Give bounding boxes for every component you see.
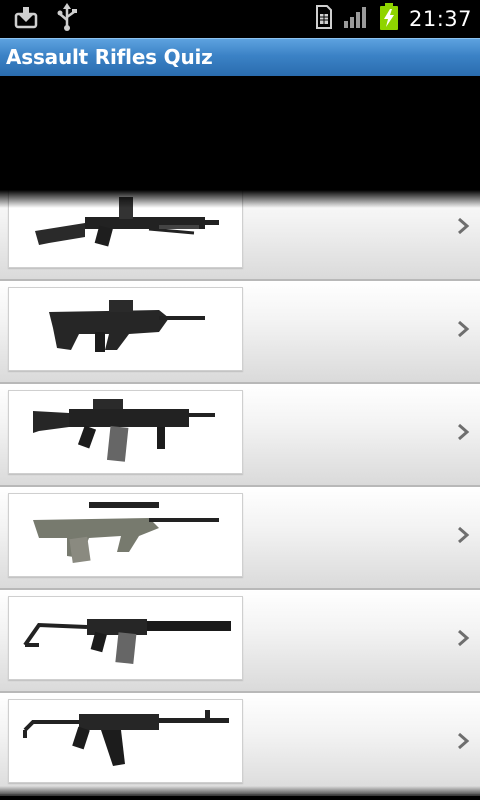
carbine-rifle-image xyxy=(8,390,243,474)
scoped-bullpup-rifle-image xyxy=(8,493,243,577)
chevron-right-icon xyxy=(458,732,470,750)
machine-gun-image xyxy=(8,190,243,268)
bullpup-rifle-image xyxy=(8,287,243,371)
banner-area xyxy=(0,76,480,190)
battery-charging-icon xyxy=(379,3,399,35)
list-item[interactable] xyxy=(0,487,480,590)
list-item[interactable] xyxy=(0,384,480,487)
list-item[interactable] xyxy=(0,281,480,384)
list-item[interactable] xyxy=(0,190,480,281)
list-bottom-fade xyxy=(0,786,480,800)
app-title: Assault Rifles Quiz xyxy=(6,45,213,69)
usb-icon xyxy=(56,3,78,35)
chevron-right-icon xyxy=(458,217,470,235)
status-bar: 21:37 xyxy=(0,0,480,38)
rifle-list[interactable] xyxy=(0,190,480,800)
chevron-right-icon xyxy=(458,320,470,338)
chevron-right-icon xyxy=(458,629,470,647)
sim-card-icon xyxy=(315,4,333,34)
title-bar: Assault Rifles Quiz xyxy=(0,38,480,76)
list-item[interactable] xyxy=(0,693,480,796)
suppressed-rifle-image xyxy=(8,596,243,680)
signal-icon xyxy=(343,5,369,33)
download-icon xyxy=(14,5,38,33)
chevron-right-icon xyxy=(458,526,470,544)
chevron-right-icon xyxy=(458,423,470,441)
kalashnikov-rifle-image xyxy=(8,699,243,783)
clock: 21:37 xyxy=(408,7,472,31)
list-item[interactable] xyxy=(0,590,480,693)
